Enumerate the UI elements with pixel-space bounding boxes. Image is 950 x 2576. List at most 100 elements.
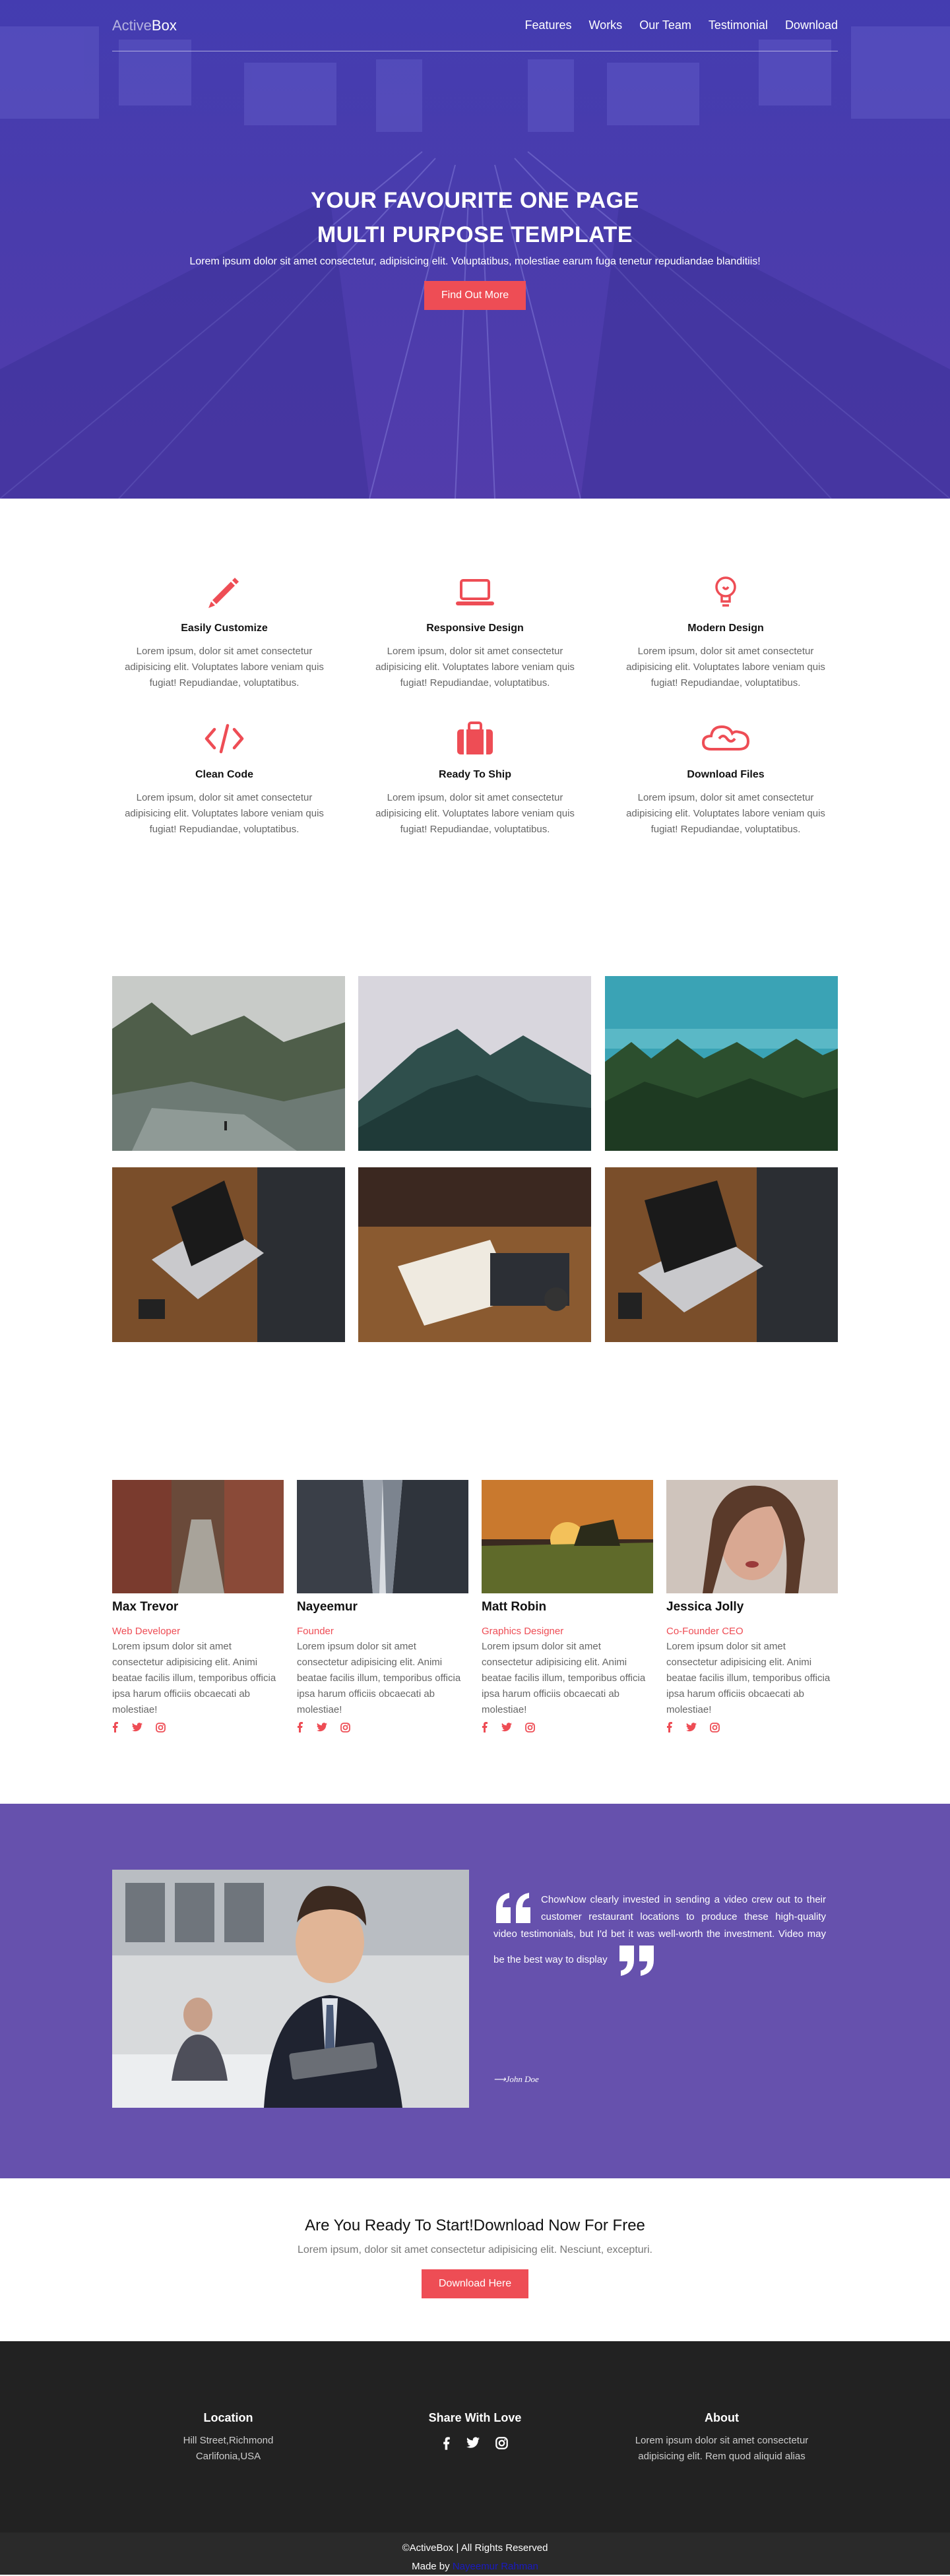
footer-location-title: Location: [203, 2411, 253, 2424]
team-member-card: Matt Robin Graphics Designer Lorem ipsum…: [482, 1480, 653, 1733]
nav-link-our-team[interactable]: Our Team: [639, 18, 691, 32]
facebook-icon[interactable]: [443, 2437, 451, 2450]
member-name: Nayeemur: [297, 1600, 358, 1614]
team-member-card: Jessica Jolly Co-Founder CEO Lorem ipsum…: [666, 1480, 838, 1733]
pencil-icon: [208, 578, 239, 608]
team-member-card: Max Trevor Web Developer Lorem ipsum dol…: [112, 1480, 284, 1733]
feature-title: Responsive Design: [426, 623, 524, 634]
twitter-icon[interactable]: [466, 2437, 480, 2449]
nav-link-works[interactable]: Works: [589, 18, 623, 32]
cta-title: Are You Ready To Start!Download Now For …: [305, 2217, 645, 2234]
nav-link-download[interactable]: Download: [785, 18, 838, 32]
brand-light-text: Active: [112, 16, 152, 34]
gallery-image-laptop-work-1[interactable]: [112, 1167, 345, 1342]
feature-text: Lorem ipsum, dolor sit amet consectetur …: [125, 792, 324, 835]
member-role: Founder: [297, 1626, 334, 1637]
suitcase-icon: [457, 721, 493, 754]
copyright-bar: ©ActiveBox | All Rights Reserved Made by…: [0, 2532, 950, 2575]
works-gallery: [112, 976, 838, 1342]
instagram-icon[interactable]: [525, 1722, 535, 1733]
member-social-links: [297, 1722, 468, 1733]
feature-title: Clean Code: [195, 769, 253, 780]
feature-text: Lorem ipsum, dolor sit amet consectetur …: [125, 646, 324, 689]
cta-text: Lorem ipsum, dolor sit amet consectetur …: [297, 2244, 652, 2255]
feature-text: Lorem ipsum, dolor sit amet consectetur …: [375, 646, 575, 689]
nav-link-features[interactable]: Features: [524, 18, 571, 32]
quote-open-icon: [496, 1893, 530, 1923]
member-name: Jessica Jolly: [666, 1600, 744, 1614]
facebook-icon[interactable]: [666, 1722, 673, 1733]
quote-close-icon: [619, 1946, 654, 1976]
footer-about-title: About: [705, 2411, 739, 2424]
member-bio: Lorem ipsum dolor sit amet consectetur a…: [482, 1641, 646, 1715]
testimonial-photo: [112, 1870, 469, 2108]
feature-card-easily-customize: Easily Customize Lorem ipsum, dolor sit …: [112, 572, 336, 691]
made-by-line: Made by Nayeemur Rahman: [0, 2558, 950, 2576]
facebook-icon[interactable]: [297, 1722, 303, 1733]
nav-link-testimonial[interactable]: Testimonial: [709, 18, 768, 32]
team-member-card: Nayeemur Founder Lorem ipsum dolor sit a…: [297, 1480, 468, 1733]
feature-title: Easily Customize: [181, 623, 268, 634]
made-by-label: Made by: [412, 2561, 450, 2572]
member-photo: [666, 1480, 838, 1593]
twitter-icon[interactable]: [686, 1723, 697, 1732]
footer: Location Hill Street,Richmond Carlifonia,…: [0, 2341, 950, 2532]
feature-text: Lorem ipsum, dolor sit amet consectetur …: [626, 792, 825, 835]
testimonial-text: ChowNow clearly invested in sending a vi…: [493, 1894, 826, 1965]
instagram-icon[interactable]: [156, 1722, 166, 1733]
hero-content: YOUR FAVOURITE ONE PAGE MULTI PURPOSE TEM…: [0, 183, 950, 310]
find-out-more-button[interactable]: Find Out More: [424, 281, 526, 310]
gallery-image-laptop-work-2[interactable]: [605, 1167, 838, 1342]
feature-title: Download Files: [687, 769, 765, 780]
member-photo: [297, 1480, 468, 1593]
feature-title: Modern Design: [687, 623, 764, 634]
gallery-image-misty-mountain[interactable]: [358, 976, 591, 1151]
testimonial-author: ⟶John Doe: [493, 2074, 539, 2084]
brand-logo[interactable]: ActiveBox: [112, 17, 177, 34]
gallery-image-notebook-watch[interactable]: [358, 1167, 591, 1342]
feature-card-clean-code: Clean Code Lorem ipsum, dolor sit amet c…: [112, 719, 336, 838]
code-icon: [205, 723, 244, 754]
member-bio: Lorem ipsum dolor sit amet consectetur a…: [666, 1641, 831, 1715]
member-role: Web Developer: [112, 1626, 181, 1637]
instagram-icon[interactable]: [340, 1722, 350, 1733]
download-here-button[interactable]: Download Here: [421, 2269, 529, 2298]
footer-share: Share With Love: [376, 2411, 574, 2450]
hero-section: ActiveBox Features Works Our Team Testim…: [0, 0, 950, 499]
member-bio: Lorem ipsum dolor sit amet consectetur a…: [112, 1641, 276, 1715]
twitter-icon[interactable]: [317, 1723, 327, 1732]
facebook-icon[interactable]: [482, 1722, 488, 1733]
feature-card-download-files: Download Files Lorem ipsum, dolor sit am…: [614, 719, 838, 838]
hero-title-line2: MULTI PURPOSE TEMPLATE: [317, 222, 633, 247]
twitter-icon[interactable]: [132, 1723, 142, 1732]
download-cta-section: Are You Ready To Start!Download Now For …: [0, 2178, 950, 2341]
lightbulb-icon: [715, 576, 736, 607]
author-link[interactable]: Nayeemur Rahman: [453, 2561, 538, 2572]
footer-address-line2: Carlifonia,USA: [195, 2451, 261, 2462]
copyright-text: ©ActiveBox | All Rights Reserved: [402, 2542, 548, 2554]
brand-bold-text: Box: [151, 16, 177, 34]
facebook-icon[interactable]: [112, 1722, 119, 1733]
member-photo: [112, 1480, 284, 1593]
instagram-icon[interactable]: [710, 1722, 720, 1733]
gallery-image-forest-river[interactable]: [112, 976, 345, 1151]
feature-card-responsive-design: Responsive Design Lorem ipsum, dolor sit…: [363, 572, 587, 691]
member-bio: Lorem ipsum dolor sit amet consectetur a…: [297, 1641, 461, 1715]
hero-subtitle: Lorem ipsum dolor sit amet consectetur, …: [189, 256, 761, 267]
footer-address-line1: Hill Street,Richmond: [183, 2435, 274, 2446]
hero-title-line1: YOUR FAVOURITE ONE PAGE: [311, 188, 639, 213]
hero-title: YOUR FAVOURITE ONE PAGE MULTI PURPOSE TEM…: [0, 183, 950, 252]
member-social-links: [482, 1722, 653, 1733]
member-social-links: [666, 1722, 838, 1733]
member-photo: [482, 1480, 653, 1593]
footer-about-text: Lorem ipsum dolor sit amet consectetur a…: [635, 2435, 809, 2462]
gallery-image-lake-forest[interactable]: [605, 976, 838, 1151]
instagram-icon[interactable]: [495, 2437, 508, 2449]
footer-share-title: Share With Love: [428, 2411, 522, 2424]
nav-menu: Features Works Our Team Testimonial Down…: [524, 18, 838, 32]
member-social-links: [112, 1722, 284, 1733]
twitter-icon[interactable]: [501, 1723, 512, 1732]
footer-about: About Lorem ipsum dolor sit amet consect…: [623, 2411, 821, 2465]
member-name: Max Trevor: [112, 1600, 179, 1614]
laptop-icon: [456, 579, 494, 605]
